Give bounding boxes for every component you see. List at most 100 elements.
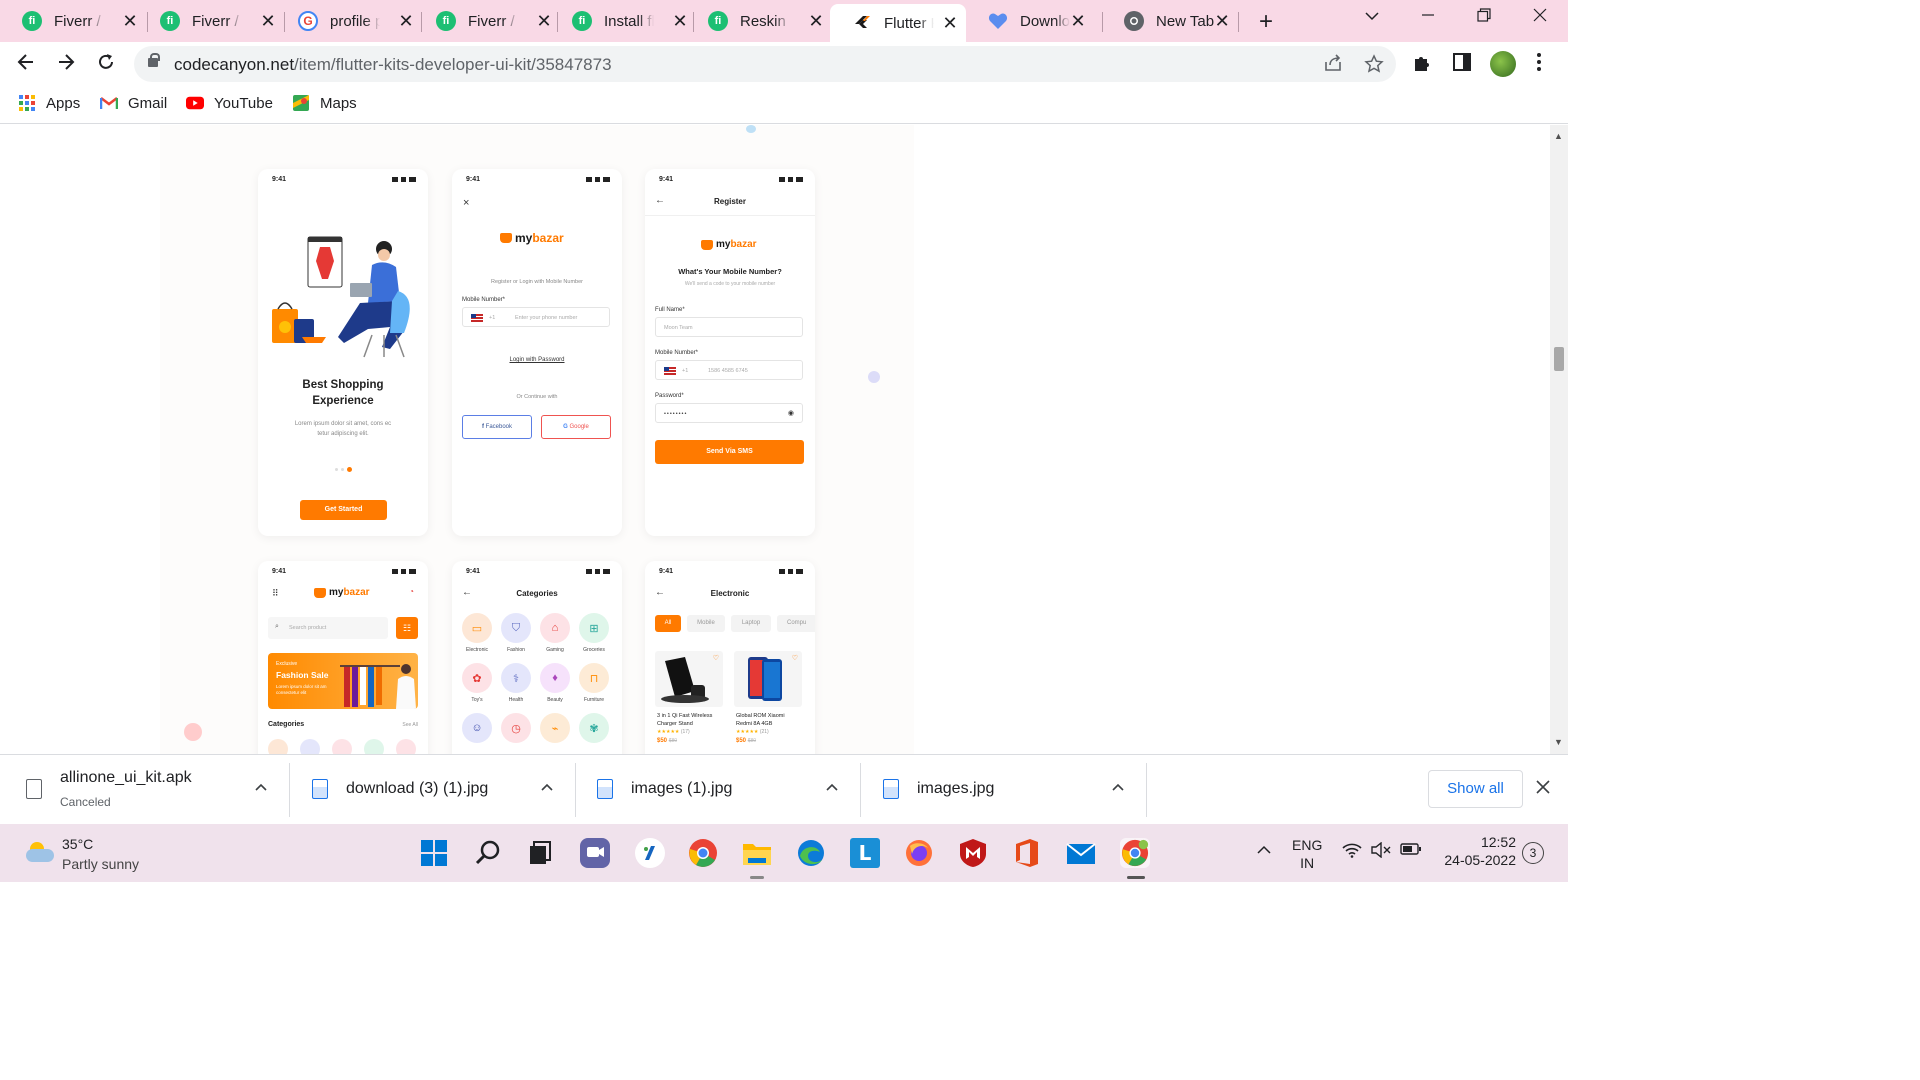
mobile-input[interactable]: +1 1586 4585 6745 xyxy=(655,360,803,380)
filter-button[interactable]: ☷ xyxy=(396,617,418,639)
close-tab-icon[interactable]: ✕ xyxy=(808,12,824,30)
close-icon[interactable]: × xyxy=(463,197,469,209)
edge-icon[interactable] xyxy=(796,838,826,868)
tab-fiverr-1[interactable]: fi Fiverr / s ✕ xyxy=(0,4,146,38)
password-input[interactable]: •••••••• ◉ xyxy=(655,403,803,423)
tab-google-profile[interactable]: G profile pi ✕ xyxy=(276,4,422,38)
l-app-icon[interactable]: L xyxy=(850,838,880,868)
wifi-icon[interactable] xyxy=(1342,842,1362,861)
search-icon[interactable] xyxy=(473,838,503,868)
heart-favorite-icon[interactable]: ♡ xyxy=(713,654,719,662)
download-item[interactable]: allinone_ui_kit.apk Canceled xyxy=(26,755,286,825)
category-toys-button[interactable]: ✿ xyxy=(462,663,492,693)
profile-avatar[interactable] xyxy=(1490,51,1516,77)
restore-button[interactable] xyxy=(1474,8,1494,27)
chevron-up-icon[interactable] xyxy=(254,779,268,795)
lock-icon[interactable] xyxy=(148,53,160,67)
mail-icon[interactable] xyxy=(1066,838,1096,868)
bookmark-maps[interactable]: Maps xyxy=(292,94,357,112)
show-hidden-icons-chevron[interactable] xyxy=(1256,842,1272,858)
login-with-password-link[interactable]: Login with Password xyxy=(452,357,622,363)
back-button[interactable] xyxy=(14,52,38,76)
side-panel-icon[interactable] xyxy=(1452,52,1472,77)
paint-icon[interactable] xyxy=(635,838,665,868)
tab-fiverr-3[interactable]: fi Fiverr / S ✕ xyxy=(414,4,560,38)
category-fashion-button[interactable]: ⛉ xyxy=(501,613,531,643)
tab-reskin[interactable]: fi Reskin ap ✕ xyxy=(686,4,832,38)
chevron-up-icon[interactable] xyxy=(1111,779,1125,795)
language-indicator[interactable]: ENG IN xyxy=(1292,836,1322,872)
download-item[interactable]: download (3) (1).jpg xyxy=(312,755,572,825)
product-image-redmi[interactable]: ♡ xyxy=(734,651,802,707)
mcafee-icon[interactable] xyxy=(958,838,988,868)
tab-download[interactable]: Downloa ✕ xyxy=(966,4,1094,38)
task-view-icon[interactable] xyxy=(525,838,555,868)
firefox-icon[interactable] xyxy=(904,838,934,868)
close-tab-icon[interactable]: ✕ xyxy=(942,14,958,32)
new-tab-button[interactable]: + xyxy=(1254,8,1278,36)
category-item-button[interactable]: ⌁ xyxy=(540,713,570,743)
google-button[interactable]: G Google xyxy=(541,415,611,439)
clock-widget[interactable]: 12:52 24-05-2022 xyxy=(1432,834,1516,868)
category-health-button[interactable]: ⚕ xyxy=(501,663,531,693)
office-icon[interactable] xyxy=(1012,838,1042,868)
windows-start-icon[interactable] xyxy=(419,838,449,868)
category-gaming-button[interactable]: ⌂ xyxy=(540,613,570,643)
filter-chip-all[interactable]: All xyxy=(655,615,681,632)
category-groceries-button[interactable]: ⊞ xyxy=(579,613,609,643)
category-beauty-button[interactable]: ♦ xyxy=(540,663,570,693)
close-tab-icon[interactable]: ✕ xyxy=(260,12,276,30)
grid-menu-icon[interactable]: ⠿ xyxy=(272,588,279,599)
chrome-icon[interactable] xyxy=(688,838,718,868)
close-window-button[interactable] xyxy=(1530,8,1550,27)
extensions-puzzle-icon[interactable] xyxy=(1412,52,1434,79)
phone-input[interactable]: +1 Enter your phone number xyxy=(462,307,610,327)
share-icon[interactable] xyxy=(1324,54,1344,77)
tab-search-icon[interactable] xyxy=(1362,8,1382,26)
show-all-downloads-button[interactable]: Show all xyxy=(1428,770,1523,808)
facebook-button[interactable]: f Facebook xyxy=(462,415,532,439)
category-furniture-button[interactable]: ⊓ xyxy=(579,663,609,693)
weather-temperature[interactable]: 35°C xyxy=(62,836,93,852)
page-scrollbar[interactable]: ▲ ▼ xyxy=(1550,125,1568,754)
url-text[interactable]: codecanyon.net/item/flutter-kits-develop… xyxy=(174,55,612,75)
download-item[interactable]: images (1).jpg xyxy=(597,755,857,825)
scroll-up-arrow-icon[interactable]: ▲ xyxy=(1554,131,1563,141)
teams-chat-icon[interactable] xyxy=(580,838,610,868)
heart-favorite-icon[interactable]: ♡ xyxy=(792,654,798,662)
close-tab-icon[interactable]: ✕ xyxy=(122,12,138,30)
close-tab-icon[interactable]: ✕ xyxy=(398,12,414,30)
product-image-charger[interactable]: ♡ xyxy=(655,651,723,707)
partly-sunny-icon[interactable] xyxy=(26,842,54,862)
bell-icon[interactable]: ◔ xyxy=(409,587,414,596)
close-tab-icon[interactable]: ✕ xyxy=(1070,12,1086,30)
see-all-link[interactable]: See All xyxy=(402,722,418,728)
file-explorer-icon[interactable] xyxy=(742,838,772,868)
minimize-button[interactable] xyxy=(1418,8,1438,27)
speaker-muted-icon[interactable] xyxy=(1371,841,1391,861)
tab-install-flutter[interactable]: fi Install flu ✕ xyxy=(550,4,696,38)
bookmark-gmail[interactable]: Gmail xyxy=(100,94,167,112)
close-tab-icon[interactable]: ✕ xyxy=(1214,12,1230,30)
category-item-button[interactable]: ✾ xyxy=(579,713,609,743)
bookmark-star-icon[interactable] xyxy=(1364,54,1384,79)
scroll-down-arrow-icon[interactable]: ▼ xyxy=(1554,737,1563,747)
send-via-sms-button[interactable]: Send Via SMS xyxy=(655,440,804,464)
download-item[interactable]: images.jpg xyxy=(883,755,1143,825)
bookmark-youtube[interactable]: YouTube xyxy=(186,94,273,112)
chevron-up-icon[interactable] xyxy=(825,779,839,795)
fashion-sale-banner[interactable]: Exclusive Fashion Sale Lorem ipsum dolor… xyxy=(268,653,418,709)
chrome-active-icon[interactable] xyxy=(1120,838,1150,868)
forward-button[interactable] xyxy=(54,52,78,76)
scrollbar-thumb[interactable] xyxy=(1554,347,1564,371)
get-started-button[interactable]: Get Started xyxy=(300,500,387,520)
notification-count-badge[interactable]: 3 xyxy=(1522,842,1544,864)
tab-fiverr-2[interactable]: fi Fiverr / s ✕ xyxy=(138,4,284,38)
weather-description[interactable]: Partly sunny xyxy=(62,856,139,872)
tab-new-tab[interactable]: New Tab ✕ xyxy=(1102,4,1238,38)
category-electronic-button[interactable]: ▭ xyxy=(462,613,492,643)
filter-chip-computer[interactable]: Compu xyxy=(777,615,815,632)
category-item-button[interactable]: ◷ xyxy=(501,713,531,743)
address-bar[interactable]: codecanyon.net/item/flutter-kits-develop… xyxy=(134,46,1396,82)
search-input[interactable]: ⌕ Search product xyxy=(268,617,388,639)
